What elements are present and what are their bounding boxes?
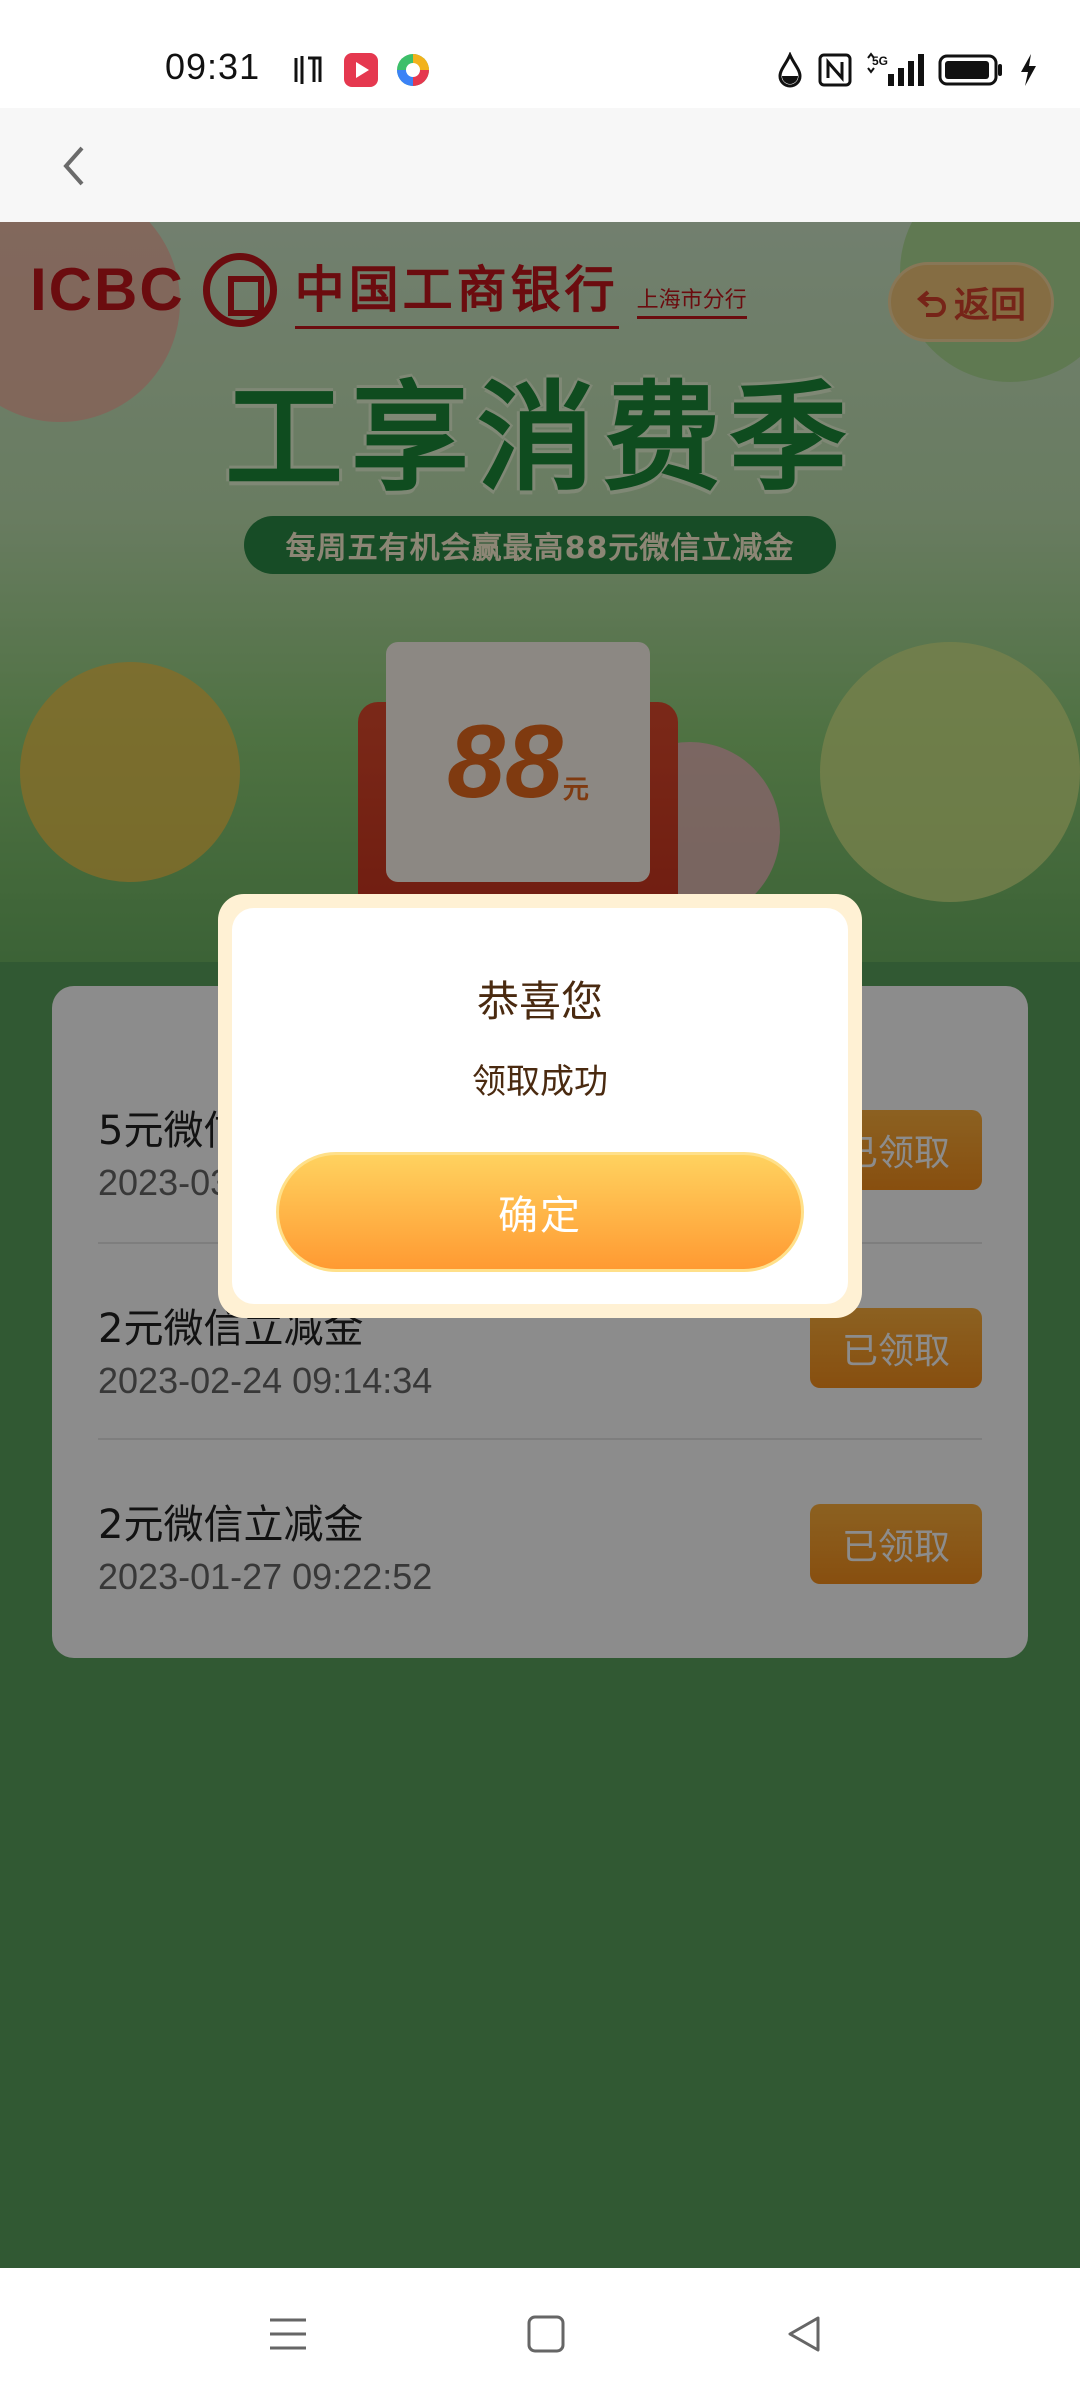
dialog-message: 领取成功 <box>472 1062 608 1102</box>
battery-icon <box>938 50 1004 90</box>
success-dialog: 恭喜您 领取成功 确定 <box>218 894 862 1318</box>
system-nav-bar <box>0 2268 1080 2400</box>
status-bar: 09:31 5G <box>0 0 1080 108</box>
status-time: 09:31 <box>165 46 261 87</box>
nfc-icon <box>818 50 852 90</box>
status-icons-left <box>288 50 432 90</box>
listen-icon <box>288 50 328 90</box>
drop-icon <box>776 50 804 90</box>
menu-icon[interactable] <box>264 2310 312 2358</box>
confirm-button[interactable]: 确定 <box>276 1152 804 1272</box>
5g-signal-icon: 5G <box>866 50 924 90</box>
video-app-icon <box>342 50 380 90</box>
colorful-app-icon <box>394 50 432 90</box>
home-square-icon[interactable] <box>522 2310 570 2358</box>
signal-label: 5G <box>872 54 888 68</box>
nav-bar <box>0 108 1080 222</box>
dialog-title: 恭喜您 <box>476 977 603 1026</box>
chevron-left-icon[interactable] <box>52 142 100 190</box>
back-triangle-icon[interactable] <box>780 2310 828 2358</box>
status-icons-right: 5G <box>776 50 1038 90</box>
charging-icon <box>1018 50 1038 90</box>
success-dialog-body: 恭喜您 领取成功 确定 <box>232 908 848 1304</box>
